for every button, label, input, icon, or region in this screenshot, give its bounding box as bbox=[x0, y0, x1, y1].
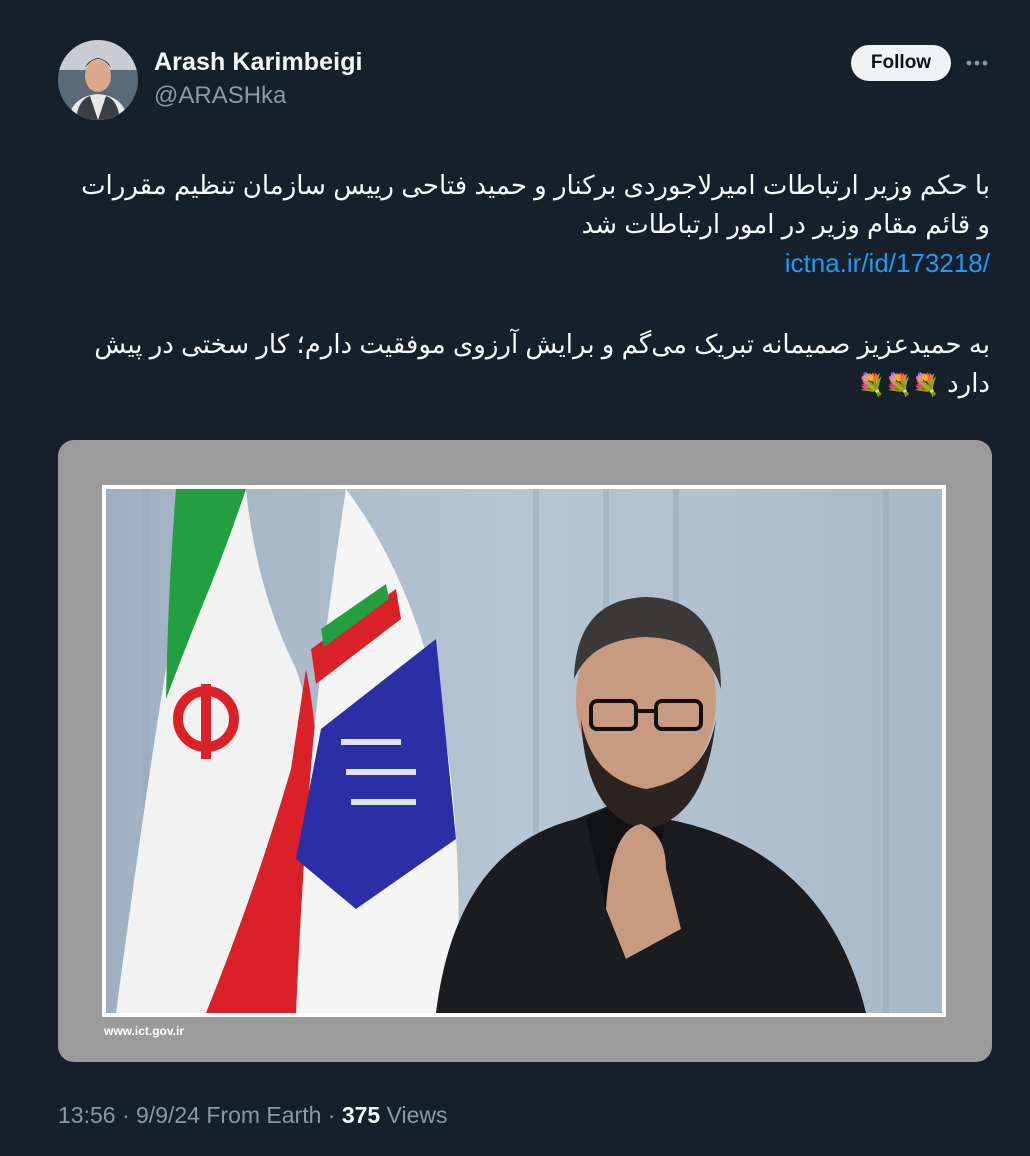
avatar-image bbox=[58, 40, 138, 120]
tweet-text-paragraph-2: به حمیدعزیز صمیمانه تبریک می‌گم و برایش … bbox=[50, 325, 990, 404]
views-label: Views bbox=[386, 1102, 448, 1128]
author-handle[interactable]: @ARASHka bbox=[154, 82, 286, 110]
avatar[interactable] bbox=[58, 40, 138, 120]
tweet-time[interactable]: 13:56 bbox=[58, 1102, 116, 1128]
separator-dot: · bbox=[327, 1102, 336, 1128]
tweet-text-line: به حمیدعزیز صمیمانه تبریک می‌گم و برایش … bbox=[94, 329, 990, 359]
follow-button[interactable]: Follow bbox=[851, 45, 951, 81]
tweet-text-line: و قائم مقام وزیر در امور ارتباطات شد bbox=[581, 209, 990, 239]
tweet-link[interactable]: ictna.ir/id/173218/ bbox=[785, 244, 990, 283]
more-options-icon[interactable] bbox=[962, 50, 992, 76]
media-photo bbox=[102, 485, 946, 1017]
tweet-text-paragraph-1: با حکم وزیر ارتباطات امیرلاجوردی برکنار … bbox=[50, 166, 990, 283]
tweet-text-line: با حکم وزیر ارتباطات امیرلاجوردی برکنار … bbox=[81, 170, 990, 200]
media-credit: www.ict.gov.ir bbox=[104, 1024, 185, 1038]
tweet-date[interactable]: 9/9/24 bbox=[136, 1102, 200, 1128]
tweet-text-line: دارد bbox=[947, 368, 990, 398]
tweet-meta: 13:56 · 9/9/24 From Earth · 375 Views bbox=[58, 1102, 448, 1129]
separator-dot: · bbox=[121, 1102, 130, 1128]
photo-image bbox=[106, 489, 942, 1013]
views-count: 375 bbox=[341, 1102, 381, 1128]
tweet-source: From Earth bbox=[206, 1102, 322, 1128]
tweet: Arash Karimbeigi @ARASHka Follow با حکم … bbox=[0, 0, 1030, 1156]
bouquet-emoji: 💐💐💐 bbox=[857, 372, 940, 397]
tweet-media[interactable]: www.ict.gov.ir bbox=[58, 440, 992, 1062]
author-name[interactable]: Arash Karimbeigi bbox=[154, 48, 363, 77]
